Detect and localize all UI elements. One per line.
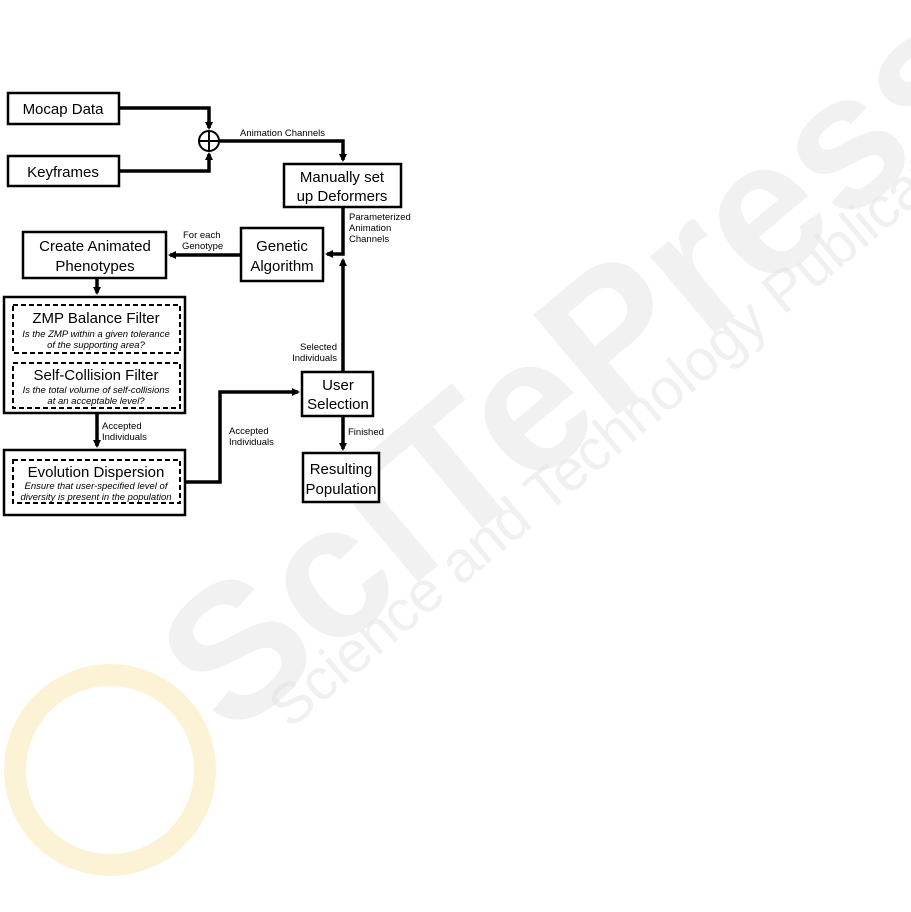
label-for-each: Genotype <box>182 241 223 252</box>
svg-text:User: User <box>322 377 354 394</box>
node-result: Resulting Population <box>301 451 381 504</box>
label-finished: Finished <box>348 427 384 438</box>
svg-text:Phenotypes: Phenotypes <box>55 258 134 275</box>
node-phenotypes: Create Animated Phenotypes <box>21 230 168 280</box>
label-accepted-1: Accepted <box>102 421 142 432</box>
label-parameterized: Parameterized <box>349 212 411 223</box>
edge-mocap-sum <box>119 106 213 130</box>
node-deformers: Manually set up Deformers <box>282 162 403 209</box>
svg-text:diversity is present in the po: diversity is present in the population <box>20 492 171 503</box>
label-accepted-1: Individuals <box>102 432 147 443</box>
node-dispersion: Evolution Dispersion Ensure that user-sp… <box>2 448 187 517</box>
svg-text:up Deformers: up Deformers <box>297 188 388 205</box>
svg-text:of the supporting area?: of the supporting area? <box>47 340 145 351</box>
label-parameterized: Animation <box>349 223 391 234</box>
svg-text:Mocap Data: Mocap Data <box>23 101 105 118</box>
label-parameterized: Channels <box>349 234 389 245</box>
svg-text:Manually set: Manually set <box>300 169 385 186</box>
node-user-selection: User Selection <box>300 370 375 418</box>
node-filters: ZMP Balance Filter Is the ZMP within a g… <box>2 295 187 415</box>
node-keyframes: Keyframes <box>6 154 121 188</box>
svg-text:Ensure that user-specified lev: Ensure that user-specified level of <box>25 481 169 492</box>
node-genetic: Genetic Algorithm <box>239 226 325 283</box>
node-mocap: Mocap Data <box>6 91 121 126</box>
svg-text:Genetic: Genetic <box>256 238 308 255</box>
edge-deformers-genetic <box>325 207 345 258</box>
svg-text:Algorithm: Algorithm <box>250 258 313 275</box>
label-selected: Selected <box>300 342 337 353</box>
watermark-brand: SciTePress <box>120 0 911 771</box>
svg-text:Population: Population <box>306 481 377 498</box>
svg-text:at an acceptable level?: at an acceptable level? <box>47 396 145 407</box>
svg-text:Is the ZMP within a given tole: Is the ZMP within a given tolerance <box>22 329 170 340</box>
watermark-logo <box>4 664 216 876</box>
svg-text:Selection: Selection <box>307 396 369 413</box>
flow-diagram: SciTePress Science and Technology Public… <box>2 0 911 876</box>
label-accepted-2: Individuals <box>229 437 274 448</box>
edge-keyframes-sum <box>119 152 213 173</box>
sum-junction <box>198 130 220 152</box>
edge-sum-deformers <box>219 139 347 162</box>
label-accepted-2: Accepted <box>229 426 269 437</box>
label-for-each: For each <box>183 230 221 241</box>
watermark: SciTePress Science and Technology Public… <box>4 0 911 876</box>
label-animation-channels: Animation Channels <box>240 128 325 139</box>
svg-text:Resulting: Resulting <box>310 461 373 478</box>
svg-text:Self-Collision Filter: Self-Collision Filter <box>33 367 158 384</box>
svg-text:Evolution Dispersion: Evolution Dispersion <box>28 464 165 481</box>
svg-text:Is the total volume of self-co: Is the total volume of self-collisions <box>23 385 170 396</box>
svg-text:Create Animated: Create Animated <box>39 238 151 255</box>
svg-text:ZMP Balance Filter: ZMP Balance Filter <box>32 310 159 327</box>
label-selected: Individuals <box>292 353 337 364</box>
svg-text:Keyframes: Keyframes <box>27 164 99 181</box>
